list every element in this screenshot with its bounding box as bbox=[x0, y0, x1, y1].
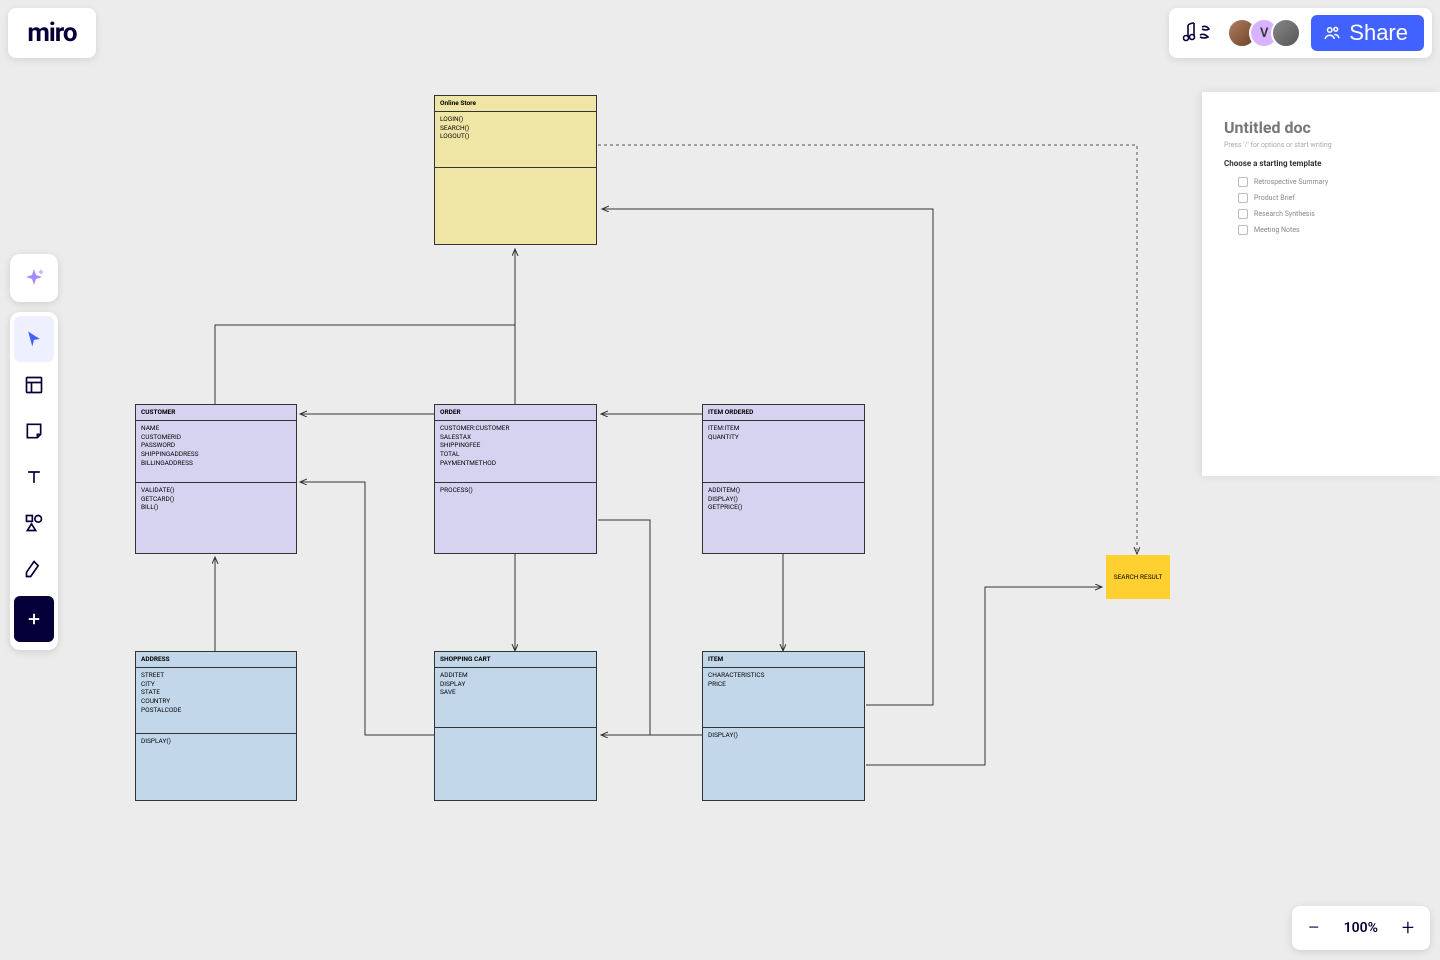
tool-shapes[interactable] bbox=[14, 500, 54, 546]
tool-pen[interactable] bbox=[14, 546, 54, 592]
zoom-controls: − 100% + bbox=[1292, 906, 1430, 950]
zoom-level[interactable]: 100% bbox=[1338, 920, 1384, 936]
class-title: ITEM ORDERED bbox=[703, 405, 864, 421]
class-title: CUSTOMER bbox=[136, 405, 296, 421]
plus-icon bbox=[25, 610, 43, 628]
text-icon bbox=[24, 467, 44, 487]
class-attrs: ITEM:ITEM QUANTITY bbox=[703, 421, 864, 483]
doc-template-item[interactable]: Retrospective Summary bbox=[1224, 174, 1418, 190]
class-online-store[interactable]: Online Store LOGIN() SEARCH() LOGOUT() bbox=[434, 95, 597, 245]
sticky-note-icon bbox=[24, 421, 44, 441]
cursor-icon bbox=[24, 329, 44, 349]
class-methods: VALIDATE() GETCARD() BILL() bbox=[136, 483, 296, 515]
toolbar bbox=[10, 312, 58, 650]
zoom-out-button[interactable]: − bbox=[1300, 914, 1328, 942]
class-item[interactable]: ITEM CHARACTERISTICS PRICE DISPLAY() bbox=[702, 651, 865, 801]
tool-add[interactable] bbox=[14, 596, 54, 642]
topbar: V Share bbox=[1169, 8, 1432, 58]
class-title: Online Store bbox=[435, 96, 596, 112]
shapes-icon bbox=[24, 513, 44, 533]
share-label: Share bbox=[1349, 20, 1408, 46]
class-attrs: CHARACTERISTICS PRICE bbox=[703, 668, 864, 728]
pen-icon bbox=[24, 559, 44, 579]
tool-sticky[interactable] bbox=[14, 408, 54, 454]
node-label: SEARCH RESULT bbox=[1114, 573, 1163, 581]
class-methods: DISPLAY() bbox=[136, 734, 296, 754]
doc-title: Untitled doc bbox=[1224, 118, 1418, 137]
class-methods: PROCESS() bbox=[435, 483, 596, 503]
tool-ai[interactable] bbox=[10, 254, 58, 302]
class-methods: ADDITEM() DISPLAY() GETPRICE() bbox=[703, 483, 864, 515]
doc-template-item[interactable]: Product Brief bbox=[1224, 190, 1418, 206]
avatar[interactable] bbox=[1271, 18, 1301, 48]
class-title: ORDER bbox=[435, 405, 596, 421]
class-title: ADDRESS bbox=[136, 652, 296, 668]
tool-select[interactable] bbox=[14, 316, 54, 362]
class-address[interactable]: ADDRESS STREET CITY STATE COUNTRY POSTAL… bbox=[135, 651, 297, 801]
class-attrs: STREET CITY STATE COUNTRY POSTALCODE bbox=[136, 668, 296, 734]
class-order[interactable]: ORDER CUSTOMER:CUSTOMER SALESTAX SHIPPIN… bbox=[434, 404, 597, 554]
doc-panel[interactable]: Untitled doc Press '/' for options or st… bbox=[1202, 92, 1440, 476]
sparkle-icon bbox=[22, 266, 46, 290]
class-customer[interactable]: CUSTOMER NAME CUSTOMERID PASSWORD SHIPPI… bbox=[135, 404, 297, 554]
doc-section-header: Choose a starting template bbox=[1224, 159, 1418, 168]
avatar-stack[interactable]: V bbox=[1227, 18, 1301, 48]
class-methods: LOGIN() SEARCH() LOGOUT() bbox=[435, 112, 596, 168]
tool-templates[interactable] bbox=[14, 362, 54, 408]
node-search-result[interactable]: SEARCH RESULT bbox=[1106, 555, 1170, 599]
class-methods: DISPLAY() bbox=[703, 728, 864, 748]
tool-text[interactable] bbox=[14, 454, 54, 500]
class-attrs: ADDITEM DISPLAY SAVE bbox=[435, 668, 596, 728]
class-title: ITEM bbox=[703, 652, 864, 668]
class-attrs: CUSTOMER:CUSTOMER SALESTAX SHIPPINGFEE T… bbox=[435, 421, 596, 483]
share-button[interactable]: Share bbox=[1311, 15, 1424, 51]
layout-icon bbox=[24, 375, 44, 395]
logo-text: miro bbox=[27, 18, 76, 48]
class-title: SHOPPING CART bbox=[435, 652, 596, 668]
logo[interactable]: miro bbox=[8, 8, 96, 58]
class-item-ordered[interactable]: ITEM ORDERED ITEM:ITEM QUANTITY ADDITEM(… bbox=[702, 404, 865, 554]
people-icon bbox=[1323, 24, 1341, 42]
class-shopping-cart[interactable]: SHOPPING CART ADDITEM DISPLAY SAVE bbox=[434, 651, 597, 801]
music-icon[interactable] bbox=[1177, 15, 1217, 51]
doc-hint: Press '/' for options or start writing bbox=[1224, 141, 1418, 149]
doc-template-item[interactable]: Research Synthesis bbox=[1224, 206, 1418, 222]
doc-template-item[interactable]: Meeting Notes bbox=[1224, 222, 1418, 238]
class-attrs: NAME CUSTOMERID PASSWORD SHIPPINGADDRESS… bbox=[136, 421, 296, 483]
zoom-in-button[interactable]: + bbox=[1394, 914, 1422, 942]
